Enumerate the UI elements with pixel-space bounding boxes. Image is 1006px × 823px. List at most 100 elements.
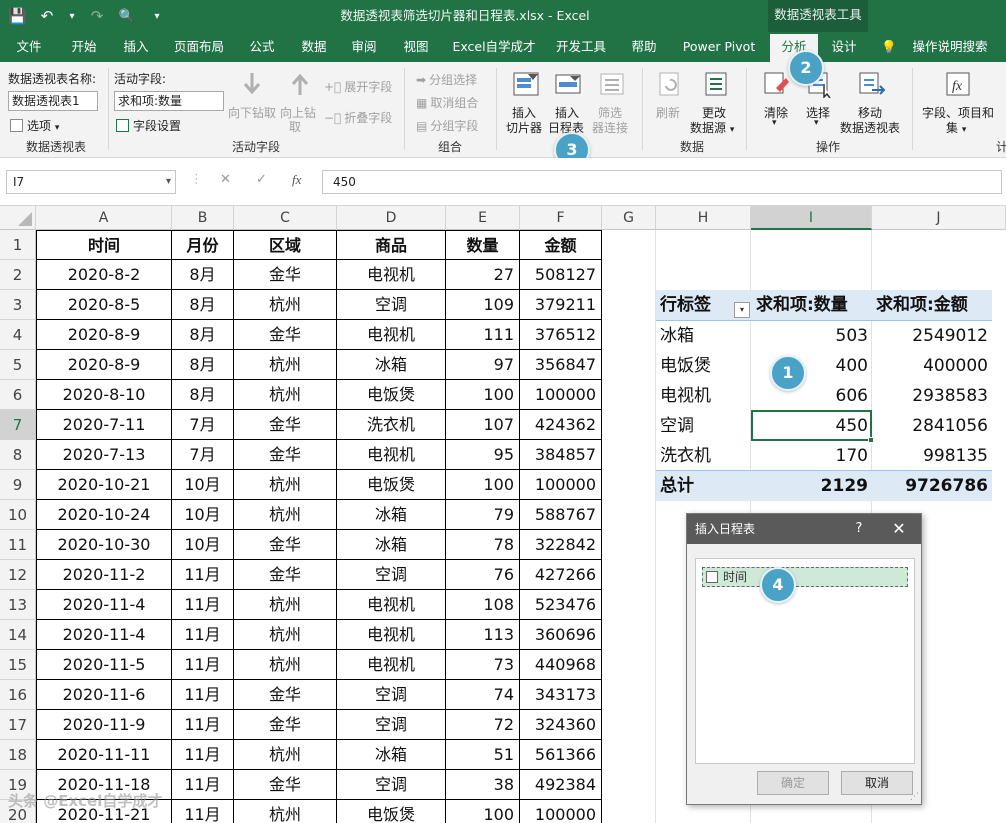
- pivot-row-label[interactable]: 空调: [660, 411, 750, 441]
- row-header[interactable]: 11: [0, 530, 36, 560]
- table-cell-product[interactable]: 空调: [337, 710, 446, 740]
- table-cell-region[interactable]: 杭州: [234, 650, 337, 680]
- table-cell-date[interactable]: 2020-7-13: [36, 440, 172, 470]
- table-cell-date[interactable]: 2020-7-11: [36, 410, 172, 440]
- table-cell-region[interactable]: 金华: [234, 440, 337, 470]
- close-icon[interactable]: ✕: [887, 514, 911, 544]
- clear-dropdown-icon[interactable]: ▾: [772, 118, 777, 128]
- pivot-sum-qty[interactable]: 170: [756, 441, 868, 471]
- ungroup-button[interactable]: ▦ 取消组合: [416, 94, 478, 111]
- field-checkbox[interactable]: [706, 571, 718, 583]
- table-cell-product[interactable]: 空调: [337, 290, 446, 320]
- table-cell-amount[interactable]: 376512: [520, 320, 602, 350]
- select-dropdown-icon[interactable]: ▾: [814, 118, 819, 128]
- refresh-button[interactable]: 刷新: [656, 104, 680, 121]
- table-cell-amount[interactable]: 440968: [520, 650, 602, 680]
- row-header[interactable]: 17: [0, 710, 36, 740]
- table-cell-amount[interactable]: 322842: [520, 530, 602, 560]
- table-cell-quantity[interactable]: 100: [446, 380, 520, 410]
- pivot-sum-amount[interactable]: 998135: [876, 441, 988, 471]
- pivot-row-label[interactable]: 洗衣机: [660, 441, 750, 471]
- fill-handle[interactable]: [868, 437, 874, 443]
- pivottable-name-input[interactable]: 数据透视表1: [8, 91, 98, 111]
- table-cell-region[interactable]: 杭州: [234, 620, 337, 650]
- table-cell-quantity[interactable]: 78: [446, 530, 520, 560]
- table-cell-product[interactable]: 电视机: [337, 440, 446, 470]
- row-header[interactable]: 3: [0, 290, 36, 320]
- table-cell-quantity[interactable]: 27: [446, 260, 520, 290]
- row-header[interactable]: 2: [0, 260, 36, 290]
- help-icon[interactable]: ?: [849, 514, 869, 544]
- table-cell-amount[interactable]: 343173: [520, 680, 602, 710]
- row-header[interactable]: 14: [0, 620, 36, 650]
- table-cell-date[interactable]: 2020-11-5: [36, 650, 172, 680]
- row-header[interactable]: 15: [0, 650, 36, 680]
- table-cell-region[interactable]: 金华: [234, 770, 337, 800]
- table-cell-date[interactable]: 2020-10-24: [36, 500, 172, 530]
- table-cell-date[interactable]: 2020-8-10: [36, 380, 172, 410]
- tell-me-search[interactable]: 操作说明搜索: [904, 32, 996, 62]
- tab-design[interactable]: 设计: [824, 32, 864, 62]
- row-header[interactable]: 6: [0, 380, 36, 410]
- table-cell-month[interactable]: 8月: [172, 260, 234, 290]
- table-cell-date[interactable]: 2020-11-9: [36, 710, 172, 740]
- table-cell-region[interactable]: 杭州: [234, 590, 337, 620]
- table-cell-month[interactable]: 11月: [172, 800, 234, 823]
- table-cell-amount[interactable]: 100000: [520, 470, 602, 500]
- table-cell-quantity[interactable]: 51: [446, 740, 520, 770]
- table-cell-month[interactable]: 8月: [172, 380, 234, 410]
- pivot-row-label[interactable]: 冰箱: [660, 321, 750, 351]
- table-cell-quantity[interactable]: 100: [446, 800, 520, 823]
- column-header-h[interactable]: H: [656, 206, 751, 230]
- table-cell-date[interactable]: 2020-11-4: [36, 620, 172, 650]
- column-header-a[interactable]: A: [36, 206, 172, 230]
- name-box[interactable]: I7 ▾: [6, 170, 176, 194]
- table-cell-amount[interactable]: 379211: [520, 290, 602, 320]
- table-cell-quantity[interactable]: 111: [446, 320, 520, 350]
- row-header[interactable]: 4: [0, 320, 36, 350]
- table-cell-month[interactable]: 11月: [172, 590, 234, 620]
- pivot-sum-amount[interactable]: 2938583: [876, 381, 988, 411]
- table-cell-region[interactable]: 杭州: [234, 380, 337, 410]
- table-cell-amount[interactable]: 561366: [520, 740, 602, 770]
- date-field-item[interactable]: 时间: [702, 567, 908, 587]
- table-cell-month[interactable]: 10月: [172, 470, 234, 500]
- column-header-c[interactable]: C: [234, 206, 337, 230]
- table-cell-amount[interactable]: 324360: [520, 710, 602, 740]
- table-cell-product[interactable]: 电视机: [337, 650, 446, 680]
- row-header[interactable]: 1: [0, 230, 36, 260]
- column-header-i[interactable]: I: [751, 206, 872, 230]
- table-cell-region[interactable]: 杭州: [234, 740, 337, 770]
- pivot-total-amount[interactable]: 9726786: [876, 471, 988, 501]
- table-cell-date[interactable]: 2020-10-21: [36, 470, 172, 500]
- table-cell-region[interactable]: 金华: [234, 410, 337, 440]
- row-header[interactable]: 16: [0, 680, 36, 710]
- table-cell-region[interactable]: 杭州: [234, 350, 337, 380]
- table-cell-month[interactable]: 7月: [172, 440, 234, 470]
- row-header[interactable]: 10: [0, 500, 36, 530]
- table-cell-product[interactable]: 电视机: [337, 590, 446, 620]
- tab-formulas[interactable]: 公式: [240, 32, 284, 62]
- row-labels-filter-button[interactable]: ▾: [734, 302, 750, 318]
- column-header-g[interactable]: G: [602, 206, 656, 230]
- table-cell-region[interactable]: 杭州: [234, 500, 337, 530]
- pivot-sum-amount[interactable]: 400000: [876, 351, 988, 381]
- table-cell-amount[interactable]: 100000: [520, 380, 602, 410]
- tab-data[interactable]: 数据: [292, 32, 336, 62]
- pivot-row-label[interactable]: 电视机: [660, 381, 750, 411]
- insert-function-icon[interactable]: fx: [292, 172, 301, 188]
- pivot-sum-amount[interactable]: 2841056: [876, 411, 988, 441]
- table-cell-product[interactable]: 电视机: [337, 260, 446, 290]
- table-cell-date[interactable]: 2020-11-11: [36, 740, 172, 770]
- table-cell-amount[interactable]: 356847: [520, 350, 602, 380]
- table-cell-region[interactable]: 杭州: [234, 470, 337, 500]
- options-button[interactable]: 选项 ▾: [10, 117, 59, 134]
- table-cell-quantity[interactable]: 73: [446, 650, 520, 680]
- table-cell-quantity[interactable]: 79: [446, 500, 520, 530]
- table-cell-month[interactable]: 10月: [172, 500, 234, 530]
- row-header[interactable]: 12: [0, 560, 36, 590]
- table-cell-amount[interactable]: 100000: [520, 800, 602, 823]
- table-cell-month[interactable]: 11月: [172, 650, 234, 680]
- table-cell-region[interactable]: 金华: [234, 320, 337, 350]
- ok-button[interactable]: 确定: [757, 771, 829, 795]
